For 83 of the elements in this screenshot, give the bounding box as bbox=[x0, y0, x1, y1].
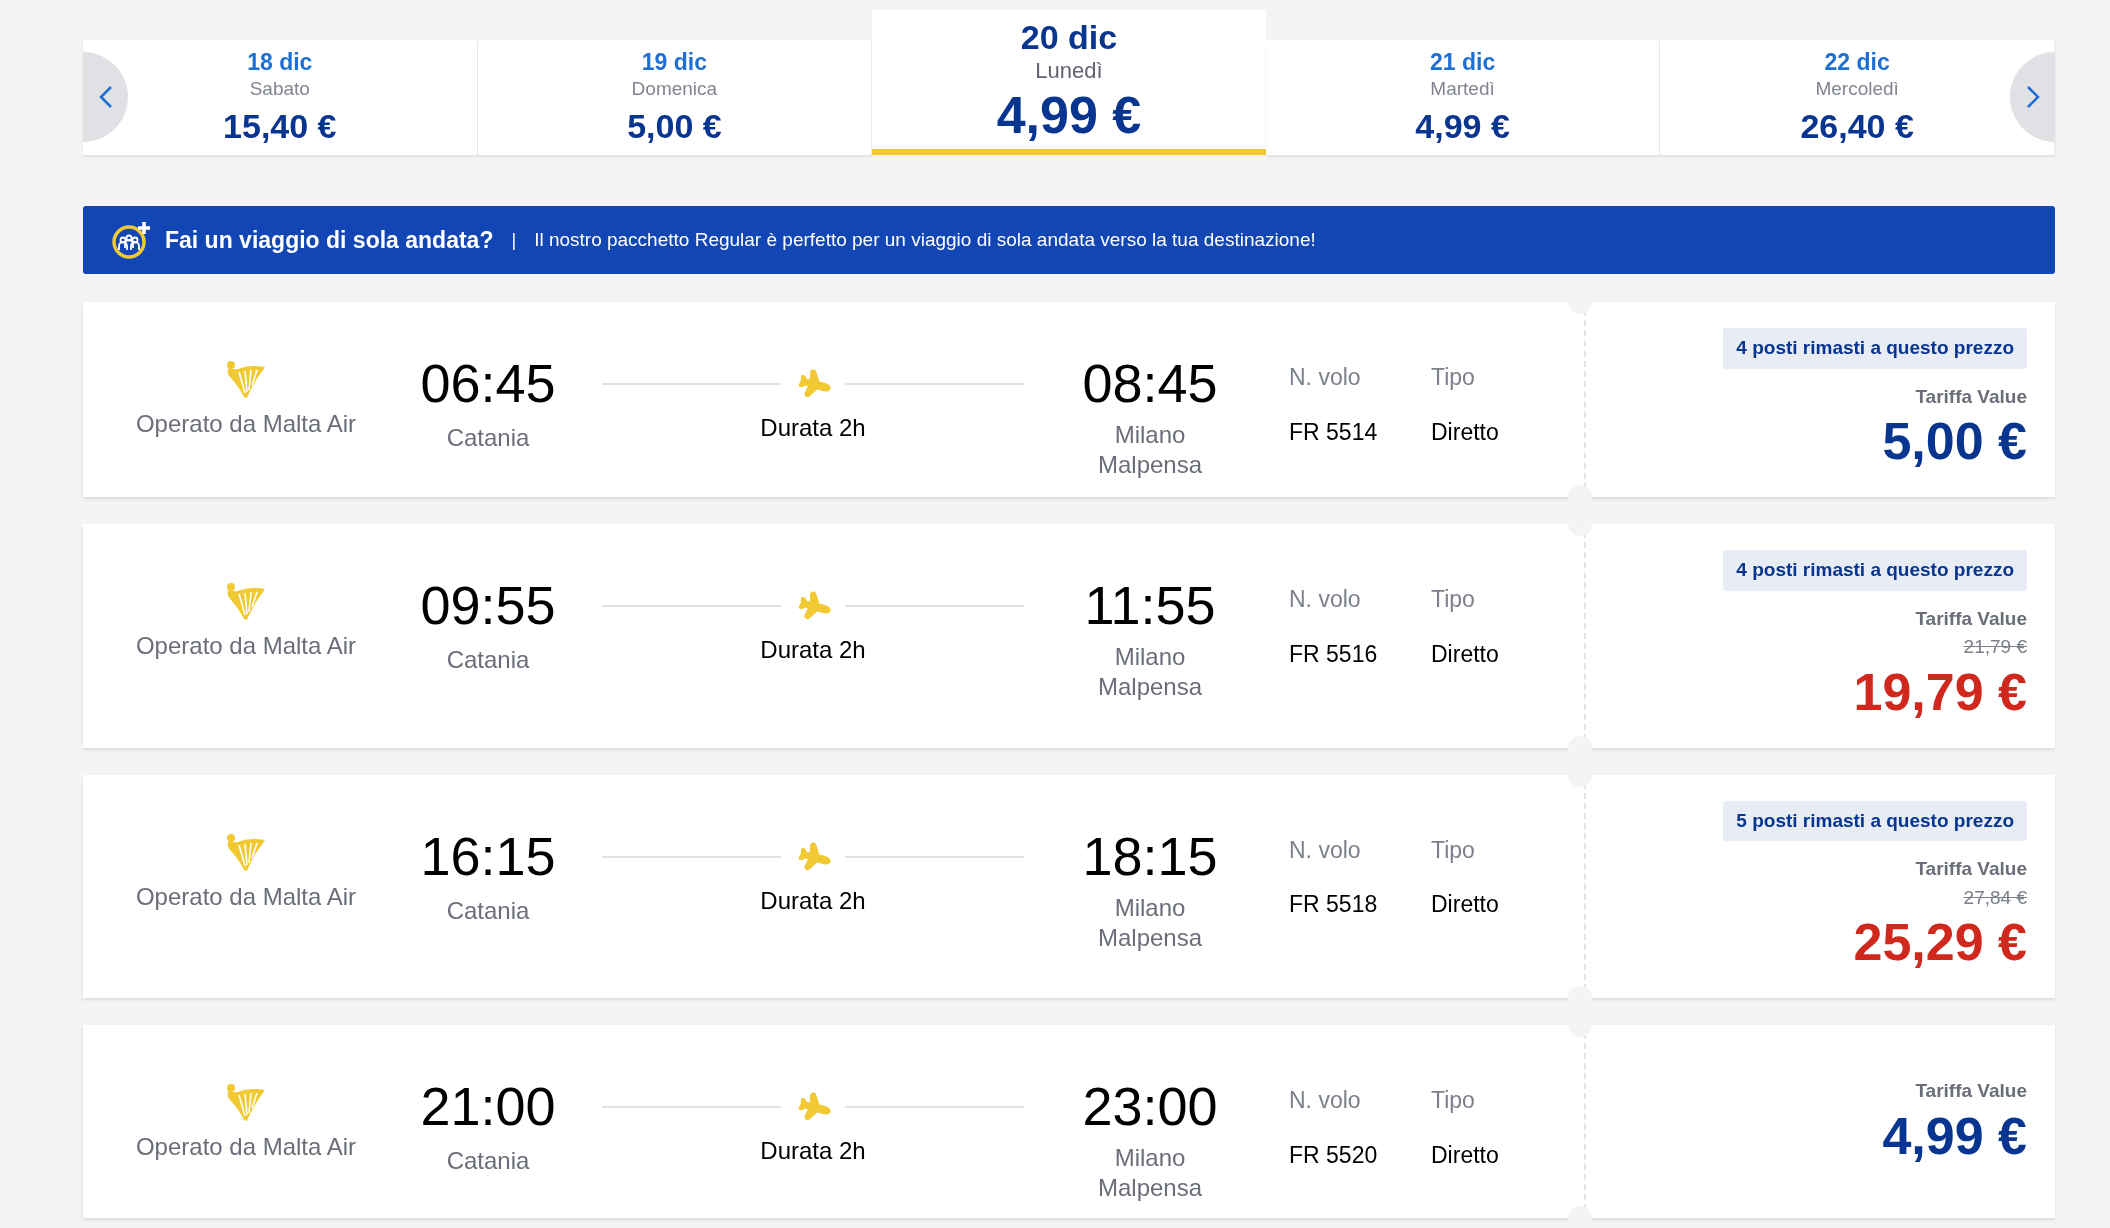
operator-text: Operato da Malta Air bbox=[135, 881, 357, 912]
harp-logo-icon bbox=[225, 582, 267, 622]
day-price: 4,99 € bbox=[1415, 106, 1510, 147]
arrival-time: 08:45 bbox=[1082, 352, 1218, 414]
banner-title: Fai un viaggio di sola andata? bbox=[165, 225, 494, 255]
departure-city: Catania bbox=[446, 423, 530, 453]
group-plus-icon bbox=[111, 220, 151, 260]
duration-text: Durata 2h bbox=[760, 635, 866, 665]
departure-city: Catania bbox=[446, 895, 530, 926]
duration-text: Durata 2h bbox=[760, 885, 866, 916]
weekday-label: Domenica bbox=[631, 78, 718, 100]
weekday-label: Martedì bbox=[1430, 78, 1495, 100]
date-label: 20 dic bbox=[1020, 17, 1118, 58]
day-price: 5,00 € bbox=[627, 106, 722, 147]
seats-left-badge: 4 posti rimasti a questo prezzo bbox=[1723, 550, 2027, 591]
operator-text: Operato da Malta Air bbox=[135, 409, 357, 439]
type-label: Tipo bbox=[1431, 835, 1476, 865]
fare-label: Tariffa Value bbox=[1915, 1079, 2027, 1104]
departure-time: 16:15 bbox=[420, 824, 556, 887]
flight-number-label: N. volo bbox=[1289, 1086, 1362, 1115]
flight-type: Diretto bbox=[1431, 639, 1499, 669]
old-price: 27,84 € bbox=[1963, 885, 2027, 910]
old-price: 21,79 € bbox=[1963, 635, 2027, 659]
flight-number-label: N. volo bbox=[1289, 363, 1362, 392]
date-label: 19 dic bbox=[641, 48, 707, 77]
duration-text: Durata 2h bbox=[760, 1136, 866, 1166]
fare-price: 25,29 € bbox=[1853, 912, 2027, 972]
weekday-label: Sabato bbox=[249, 78, 310, 100]
seats-left-badge: 4 posti rimasti a questo prezzo bbox=[1723, 328, 2027, 369]
arrival-time: 18:15 bbox=[1082, 824, 1218, 887]
arrival-time: 23:00 bbox=[1082, 1075, 1218, 1137]
date-label: 18 dic bbox=[247, 48, 313, 77]
flight-number-label: N. volo bbox=[1289, 835, 1362, 865]
fare-label: Tariffa Value bbox=[1915, 606, 2027, 631]
date-tab[interactable]: 22 dic Mercoledì 26,40 € bbox=[1660, 40, 2055, 155]
weekday-label: Lunedì bbox=[1035, 58, 1103, 84]
flight-number: FR 5518 bbox=[1289, 890, 1379, 919]
departure-city: Catania bbox=[446, 645, 530, 675]
arrival-city: Milano Malpensa bbox=[1096, 642, 1204, 702]
date-tab[interactable]: 21 dic Martedì 4,99 € bbox=[1265, 40, 1661, 155]
flight-number-label: N. volo bbox=[1289, 585, 1362, 614]
harp-logo-icon bbox=[225, 1083, 267, 1123]
flight-number: FR 5514 bbox=[1289, 417, 1379, 447]
day-price: 26,40 € bbox=[1800, 106, 1914, 147]
operator-text: Operato da Malta Air bbox=[135, 631, 357, 661]
fare-price: 5,00 € bbox=[1882, 411, 2027, 471]
duration-text: Durata 2h bbox=[760, 413, 866, 443]
departure-time: 06:45 bbox=[420, 352, 556, 414]
fare-label: Tariffa Value bbox=[1915, 857, 2027, 881]
date-tab[interactable]: 19 dic Domenica 5,00 € bbox=[477, 40, 873, 155]
flight-number: FR 5516 bbox=[1289, 639, 1379, 669]
banner-text: Il nostro pacchetto Regular è perfetto per un viaggio di sola andata verso la tua destinazione! bbox=[534, 227, 1316, 252]
fare-price: 4,99 € bbox=[1882, 1105, 2027, 1166]
weekday-label: Mercoledì bbox=[1815, 78, 1899, 100]
operator-text: Operato da Malta Air bbox=[135, 1132, 357, 1162]
arrival-city: Milano Malpensa bbox=[1096, 420, 1204, 480]
arrival-city: Milano Malpensa bbox=[1096, 892, 1204, 953]
flight-type: Diretto bbox=[1431, 1140, 1499, 1170]
flight-number: FR 5520 bbox=[1289, 1140, 1379, 1170]
seats-left-badge: 5 posti rimasti a questo prezzo bbox=[1723, 800, 2027, 841]
flight-type: Diretto bbox=[1431, 417, 1499, 447]
date-tab[interactable]: 18 dic Sabato 15,40 € bbox=[83, 40, 478, 155]
banner-separator: | bbox=[511, 228, 517, 252]
departure-time: 21:00 bbox=[420, 1075, 556, 1137]
date-tab[interactable]: 20 dic Lunedì 4,99 € bbox=[872, 10, 1266, 155]
arrival-time: 11:55 bbox=[1084, 574, 1216, 636]
departure-city: Catania bbox=[446, 1146, 530, 1176]
date-label: 22 dic bbox=[1824, 48, 1890, 77]
fare-label: Tariffa Value bbox=[1915, 384, 2027, 409]
day-price: 15,40 € bbox=[223, 106, 337, 147]
flight-type: Diretto bbox=[1431, 890, 1499, 919]
day-price: 4,99 € bbox=[996, 85, 1142, 146]
chevron-left-icon bbox=[98, 85, 113, 109]
type-label: Tipo bbox=[1431, 363, 1476, 392]
fare-price: 19,79 € bbox=[1853, 661, 2027, 722]
arrival-city: Milano Malpensa bbox=[1096, 1143, 1204, 1203]
departure-time: 09:55 bbox=[420, 574, 556, 636]
harp-logo-icon bbox=[225, 360, 267, 400]
date-label: 21 dic bbox=[1429, 48, 1496, 77]
type-label: Tipo bbox=[1431, 1086, 1476, 1115]
harp-logo-icon bbox=[225, 832, 267, 873]
type-label: Tipo bbox=[1431, 585, 1476, 614]
chevron-right-icon bbox=[2025, 85, 2040, 109]
